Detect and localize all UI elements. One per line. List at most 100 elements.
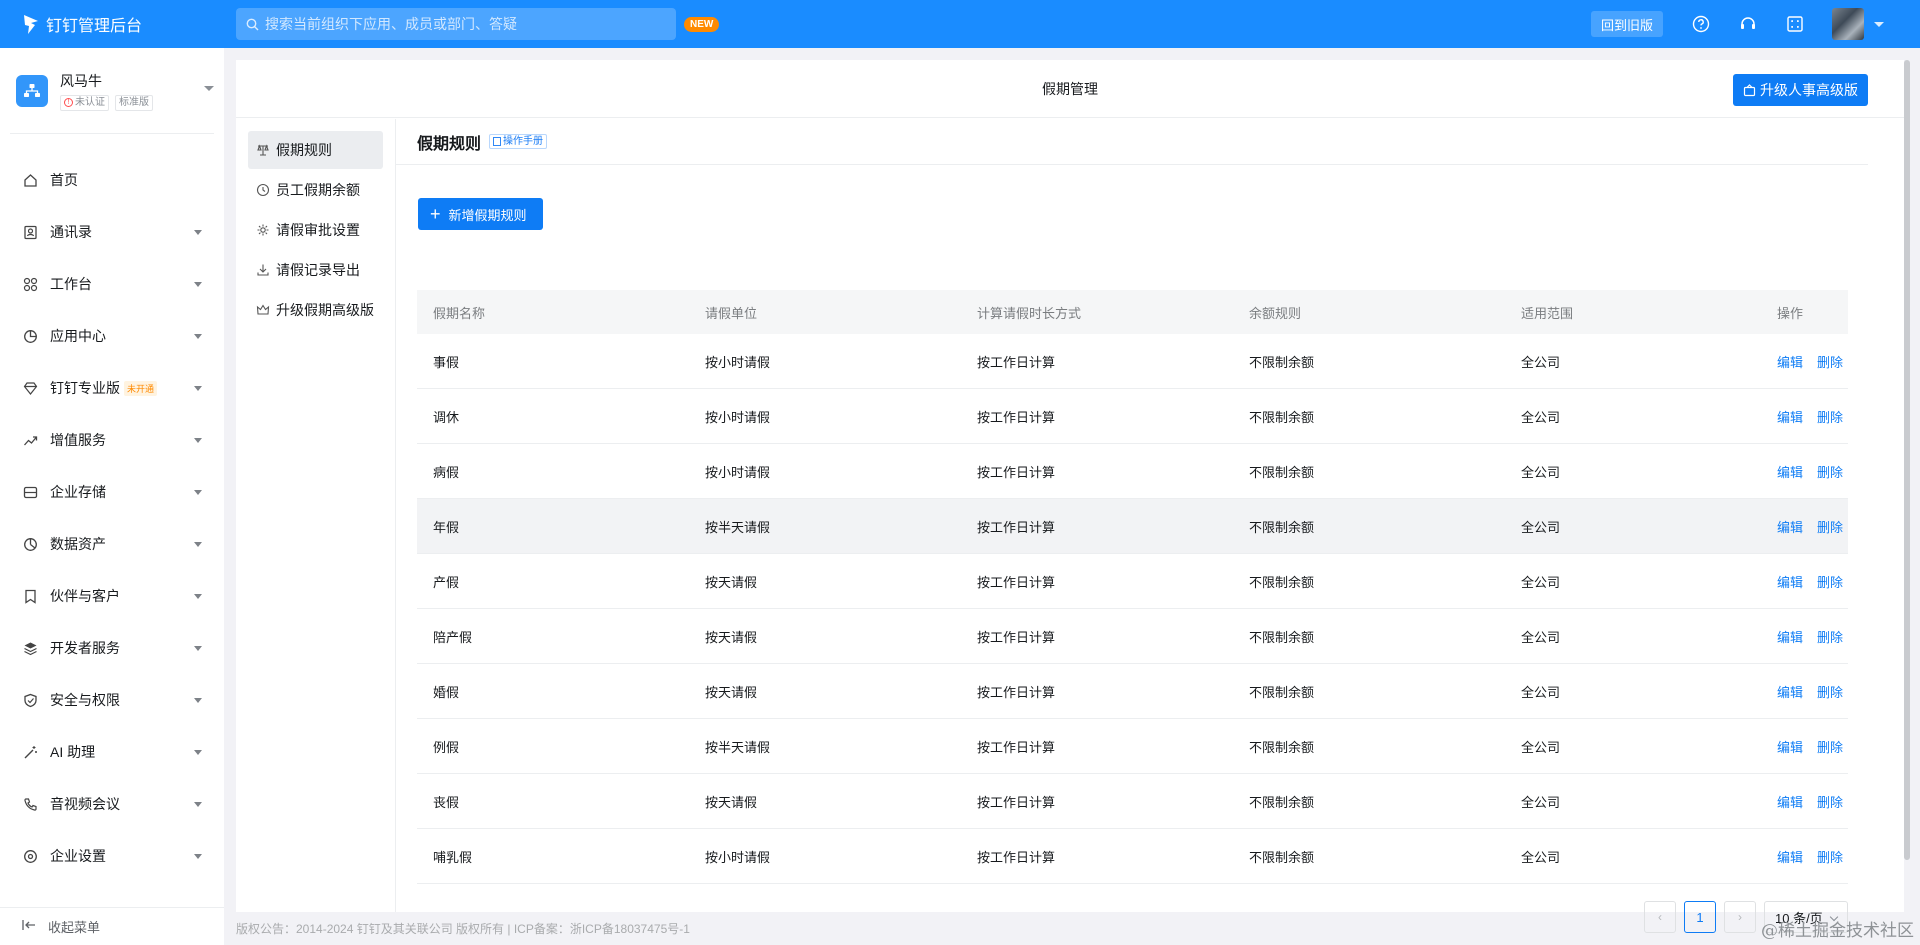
sidebar-item-developer[interactable]: 开发者服务 bbox=[0, 622, 224, 674]
table-cell: 按工作日计算 bbox=[977, 409, 1056, 425]
delete-link[interactable]: 删除 bbox=[1817, 572, 1843, 591]
page-number-button[interactable]: 1 bbox=[1684, 901, 1716, 933]
search-placeholder: 搜索当前组织下应用、成员或部门、答疑 bbox=[265, 16, 517, 32]
table-cell: 全公司 bbox=[1521, 409, 1561, 425]
table-cell: 婚假 bbox=[433, 684, 460, 700]
table-cell: 按工作日计算 bbox=[977, 629, 1056, 645]
footer-copyright: 版权公告：2014-2024 钉钉及其关联公司 版权所有 | ICP备案：浙IC… bbox=[236, 922, 690, 936]
table-cell: 不限制余额 bbox=[1249, 794, 1315, 810]
not-activated-badge: 未开通 bbox=[124, 380, 158, 396]
chevron-down-icon bbox=[194, 750, 202, 755]
table-cell: 按半天请假 bbox=[705, 739, 771, 755]
edit-link[interactable]: 编辑 bbox=[1777, 847, 1803, 866]
subnav-item-leave-rules[interactable]: 假期规则 bbox=[248, 131, 383, 169]
table-cell: 调休 bbox=[433, 409, 460, 425]
support-headset-icon[interactable] bbox=[1738, 14, 1758, 34]
table-cell: 不限制余额 bbox=[1249, 629, 1315, 645]
layers-icon bbox=[22, 640, 38, 656]
grid-icon bbox=[22, 276, 38, 292]
manual-link[interactable]: 操作手册 bbox=[489, 134, 548, 149]
table-cell: 不限制余额 bbox=[1249, 409, 1315, 425]
page-scrollbar[interactable] bbox=[1904, 60, 1910, 860]
subnav-item-upgrade-leave[interactable]: 升级假期高级版 bbox=[248, 291, 383, 329]
edit-link[interactable]: 编辑 bbox=[1777, 682, 1803, 701]
table-cell: 不限制余额 bbox=[1249, 519, 1315, 535]
row-actions: 编辑 删除 bbox=[1777, 517, 1848, 536]
delete-link[interactable]: 删除 bbox=[1817, 792, 1843, 811]
edit-link[interactable]: 编辑 bbox=[1777, 352, 1803, 371]
sidebar-item-security[interactable]: 安全与权限 bbox=[0, 674, 224, 726]
table-cell: 按天请假 bbox=[705, 574, 758, 590]
subnav-item-export-records[interactable]: 请假记录导出 bbox=[248, 251, 383, 289]
edit-link[interactable]: 编辑 bbox=[1777, 572, 1803, 591]
help-icon[interactable] bbox=[1691, 14, 1711, 34]
page-header: 假期管理 升级人事高级版 bbox=[236, 60, 1904, 118]
sidebar-item-app-center[interactable]: 应用中心 bbox=[0, 310, 224, 362]
delete-link[interactable]: 删除 bbox=[1817, 627, 1843, 646]
unverified-tag: ! 未认证 bbox=[60, 94, 109, 111]
brand[interactable]: 钉钉管理后台 bbox=[0, 12, 236, 36]
table-cell: 全公司 bbox=[1521, 684, 1561, 700]
delete-link[interactable]: 删除 bbox=[1817, 407, 1843, 426]
table-row: 陪产假 按天请假 按工作日计算 不限制余额 全公司 编辑 删除 bbox=[417, 609, 1848, 664]
table-row: 哺乳假 按小时请假 按工作日计算 不限制余额 全公司 编辑 删除 bbox=[417, 829, 1848, 884]
search-input[interactable]: 搜索当前组织下应用、成员或部门、答疑 bbox=[236, 8, 676, 40]
table-row: 产假 按天请假 按工作日计算 不限制余额 全公司 编辑 删除 bbox=[417, 554, 1848, 609]
sidebar-item-contacts[interactable]: 通讯录 bbox=[0, 206, 224, 258]
fullscreen-icon[interactable] bbox=[1785, 14, 1805, 34]
sidebar-item-value-added[interactable]: 增值服务 bbox=[0, 414, 224, 466]
delete-link[interactable]: 删除 bbox=[1817, 462, 1843, 481]
sidebar-menu: 首页 通讯录 工作台 应用中心 钉钉专业版 未开通 增值服务 企业存储 数据资产… bbox=[0, 154, 224, 882]
diamond-icon bbox=[22, 380, 38, 396]
contacts-icon bbox=[22, 224, 38, 240]
edit-link[interactable]: 编辑 bbox=[1777, 737, 1803, 756]
upgrade-hr-button[interactable]: 升级人事高级版 bbox=[1733, 74, 1868, 106]
chevron-down-icon[interactable] bbox=[1874, 21, 1884, 27]
table-cell: 不限制余额 bbox=[1249, 739, 1315, 755]
delete-link[interactable]: 删除 bbox=[1817, 682, 1843, 701]
next-page-button[interactable]: › bbox=[1724, 901, 1756, 933]
old-version-button[interactable]: 回到旧版 bbox=[1590, 11, 1663, 37]
search-icon bbox=[246, 18, 259, 30]
org-switcher[interactable]: 风马牛 ! 未认证 标准版 bbox=[10, 48, 214, 134]
subnav-item-leave-balance[interactable]: 员工假期余额 bbox=[248, 171, 383, 209]
edit-link[interactable]: 编辑 bbox=[1777, 517, 1803, 536]
sidebar-item-pro[interactable]: 钉钉专业版 未开通 bbox=[0, 362, 224, 414]
table-cell: 按工作日计算 bbox=[977, 849, 1056, 865]
column-header: 操作 bbox=[1777, 305, 1804, 321]
delete-link[interactable]: 删除 bbox=[1817, 847, 1843, 866]
column-header: 请假单位 bbox=[705, 305, 758, 321]
sidebar-item-enterprise-settings[interactable]: 企业设置 bbox=[0, 830, 224, 882]
edit-link[interactable]: 编辑 bbox=[1777, 462, 1803, 481]
delete-link[interactable]: 删除 bbox=[1817, 352, 1843, 371]
sidebar-item-partners[interactable]: 伙伴与客户 bbox=[0, 570, 224, 622]
sidebar-item-storage[interactable]: 企业存储 bbox=[0, 466, 224, 518]
table-cell: 事假 bbox=[433, 354, 460, 370]
subnav-item-approval-settings[interactable]: 请假审批设置 bbox=[248, 211, 383, 249]
edit-link[interactable]: 编辑 bbox=[1777, 407, 1803, 426]
collapse-arrow-icon bbox=[22, 919, 36, 934]
edit-link[interactable]: 编辑 bbox=[1777, 627, 1803, 646]
user-avatar[interactable] bbox=[1832, 8, 1864, 40]
table-cell: 按小时请假 bbox=[705, 354, 771, 370]
table-cell: 全公司 bbox=[1521, 519, 1561, 535]
sidebar-item-data-assets[interactable]: 数据资产 bbox=[0, 518, 224, 570]
crown-icon bbox=[256, 303, 270, 317]
delete-link[interactable]: 删除 bbox=[1817, 517, 1843, 536]
sidebar: 风马牛 ! 未认证 标准版 首页 通讯录 工作台 应用中心 钉钉专业版 未开通 … bbox=[0, 48, 224, 945]
chevron-down-icon[interactable] bbox=[204, 86, 214, 91]
app-title: 钉钉管理后台 bbox=[46, 18, 143, 35]
edit-link[interactable]: 编辑 bbox=[1777, 792, 1803, 811]
add-leave-rule-button[interactable]: + 新增假期规则 bbox=[418, 198, 543, 230]
column-header: 余额规则 bbox=[1249, 305, 1302, 321]
table-cell: 全公司 bbox=[1521, 464, 1561, 480]
prev-page-button[interactable]: ‹ bbox=[1644, 901, 1676, 933]
table-row: 事假 按小时请假 按工作日计算 不限制余额 全公司 编辑 删除 bbox=[417, 334, 1848, 389]
sidebar-item-workbench[interactable]: 工作台 bbox=[0, 258, 224, 310]
delete-link[interactable]: 删除 bbox=[1817, 737, 1843, 756]
sidebar-item-av-meeting[interactable]: 音视频会议 bbox=[0, 778, 224, 830]
sidebar-item-ai-assistant[interactable]: AI 助理 bbox=[0, 726, 224, 778]
home-icon bbox=[22, 172, 38, 188]
collapse-menu-button[interactable]: 收起菜单 bbox=[0, 907, 224, 945]
sidebar-item-home[interactable]: 首页 bbox=[0, 154, 224, 206]
